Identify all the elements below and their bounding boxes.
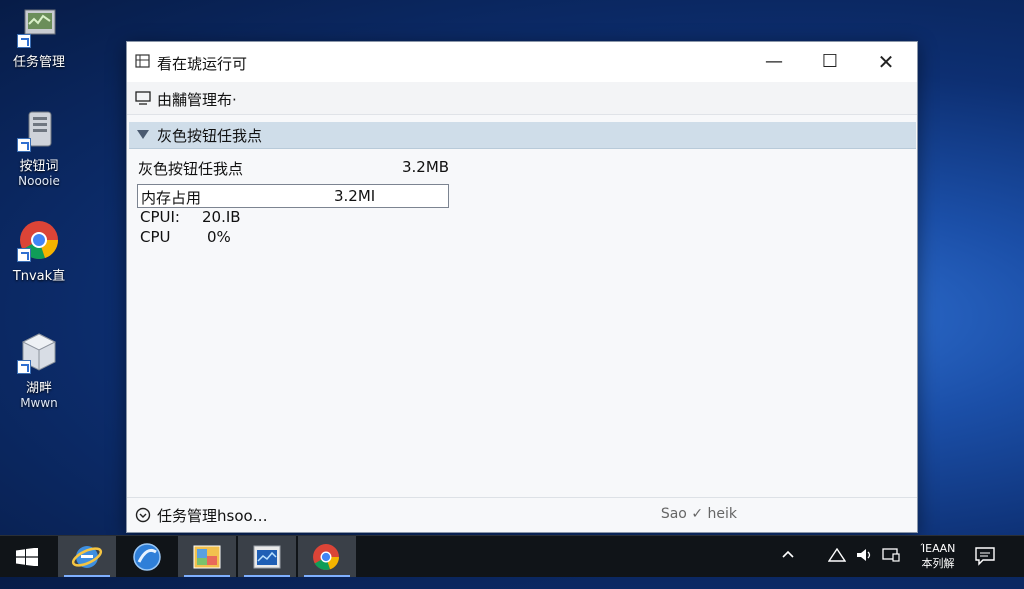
display-icon[interactable] bbox=[882, 548, 900, 589]
box-icon bbox=[17, 330, 61, 374]
taskbar-task-manager[interactable] bbox=[238, 536, 296, 577]
taskbar-ie[interactable] bbox=[58, 536, 116, 577]
volume-icon[interactable] bbox=[856, 548, 874, 589]
desktop-icon-sublabel: Mwwn bbox=[20, 396, 58, 410]
chrome-icon bbox=[17, 218, 61, 262]
clock-line-2: 本列解 bbox=[921, 557, 955, 570]
clock-line-1: ΊΕΑΑΝ bbox=[920, 542, 956, 555]
process-memory: 3.2MB bbox=[402, 158, 450, 176]
maximize-button[interactable]: ☐ bbox=[801, 42, 859, 82]
cpu-row: CPUI: 20.IB bbox=[140, 208, 241, 226]
desktop-icon-label: 按钮词 bbox=[19, 159, 59, 174]
monitor-icon bbox=[135, 90, 151, 105]
cpu-label: CPUI: bbox=[140, 208, 180, 226]
close-button[interactable]: ✕ bbox=[857, 42, 915, 82]
tray-clock[interactable]: ΊΕΑΑΝ 本列解 bbox=[908, 541, 968, 571]
task-manager-window: 看在琥运行可 — ☐ ✕ 由黼管理布· 灰色按钮任我点 灰色按钮任我点 3.2M… bbox=[126, 41, 918, 533]
photos-icon bbox=[193, 545, 221, 569]
group-label: 灰色按钮任我点 bbox=[157, 127, 263, 145]
network-icon[interactable] bbox=[827, 547, 847, 589]
process-row[interactable]: 灰色按钮任我点 3.2MB bbox=[138, 158, 468, 180]
taskbar: ΊΕΑΑΝ 本列解 bbox=[0, 535, 1024, 577]
desktop-icon-button[interactable]: 按钮词 Noooie bbox=[6, 108, 72, 188]
memory-label: 内存占用 bbox=[141, 189, 202, 207]
cpu-value: 0% bbox=[207, 228, 231, 246]
task-manager-icon bbox=[17, 4, 61, 48]
desktop-icon-sublabel: Noooie bbox=[18, 174, 60, 188]
cpu-row: CPU 0% bbox=[140, 228, 231, 246]
taskbar-app-blue[interactable] bbox=[118, 536, 176, 577]
desktop-icon-label: 湖畔 bbox=[25, 381, 52, 396]
notification-icon[interactable] bbox=[974, 546, 996, 587]
memory-value: 3.2MI bbox=[334, 187, 376, 205]
desktop-icon-chrome[interactable]: Tnvak直 bbox=[6, 218, 72, 284]
taskbar-photos[interactable] bbox=[178, 536, 236, 577]
title-bar[interactable]: 看在琥运行可 — ☐ ✕ bbox=[127, 42, 917, 82]
window-footer: 任务管理hsoo… Sao ✓ heik bbox=[127, 497, 917, 532]
internet-explorer-icon bbox=[71, 546, 103, 568]
task-manager-app-icon bbox=[135, 53, 151, 69]
blue-orb-icon bbox=[133, 543, 161, 571]
process-group-header[interactable]: 灰色按钮任我点 bbox=[129, 122, 916, 149]
toolbar-label[interactable]: 由黼管理布· bbox=[157, 89, 237, 110]
collapse-triangle-icon[interactable] bbox=[137, 130, 149, 139]
process-name: 灰色按钮任我点 bbox=[138, 160, 244, 178]
server-icon bbox=[17, 108, 61, 152]
desktop-icon-box[interactable]: 湖畔 Mwwn bbox=[6, 330, 72, 410]
desktop-icon-label: 任务管理 bbox=[12, 55, 65, 70]
desktop-icon-task-manager[interactable]: 任务管理 bbox=[6, 4, 72, 70]
taskbar-chrome[interactable] bbox=[298, 536, 356, 577]
memory-usage-row[interactable]: 内存占用 3.2MI bbox=[137, 184, 449, 208]
window-title: 看在琥运行可 bbox=[157, 55, 248, 73]
task-manager-taskbar-icon bbox=[253, 545, 281, 569]
start-button[interactable] bbox=[0, 536, 58, 577]
cpu-label: CPU bbox=[140, 228, 171, 246]
chevron-up-icon[interactable] bbox=[780, 546, 796, 587]
desktop-icon-label: Tnvak直 bbox=[12, 269, 66, 284]
minimize-button[interactable]: — bbox=[745, 42, 803, 82]
toolbar: 由黼管理布· bbox=[127, 82, 917, 115]
fewer-details-link[interactable]: 任务管理hsoo… bbox=[157, 505, 268, 526]
chrome-taskbar-icon bbox=[313, 544, 339, 570]
windows-logo-icon bbox=[16, 547, 38, 567]
chevron-up-circle-icon[interactable] bbox=[135, 507, 151, 523]
end-task-button[interactable]: Sao ✓ heik bbox=[661, 506, 737, 522]
cpu-value: 20.IB bbox=[202, 208, 241, 226]
